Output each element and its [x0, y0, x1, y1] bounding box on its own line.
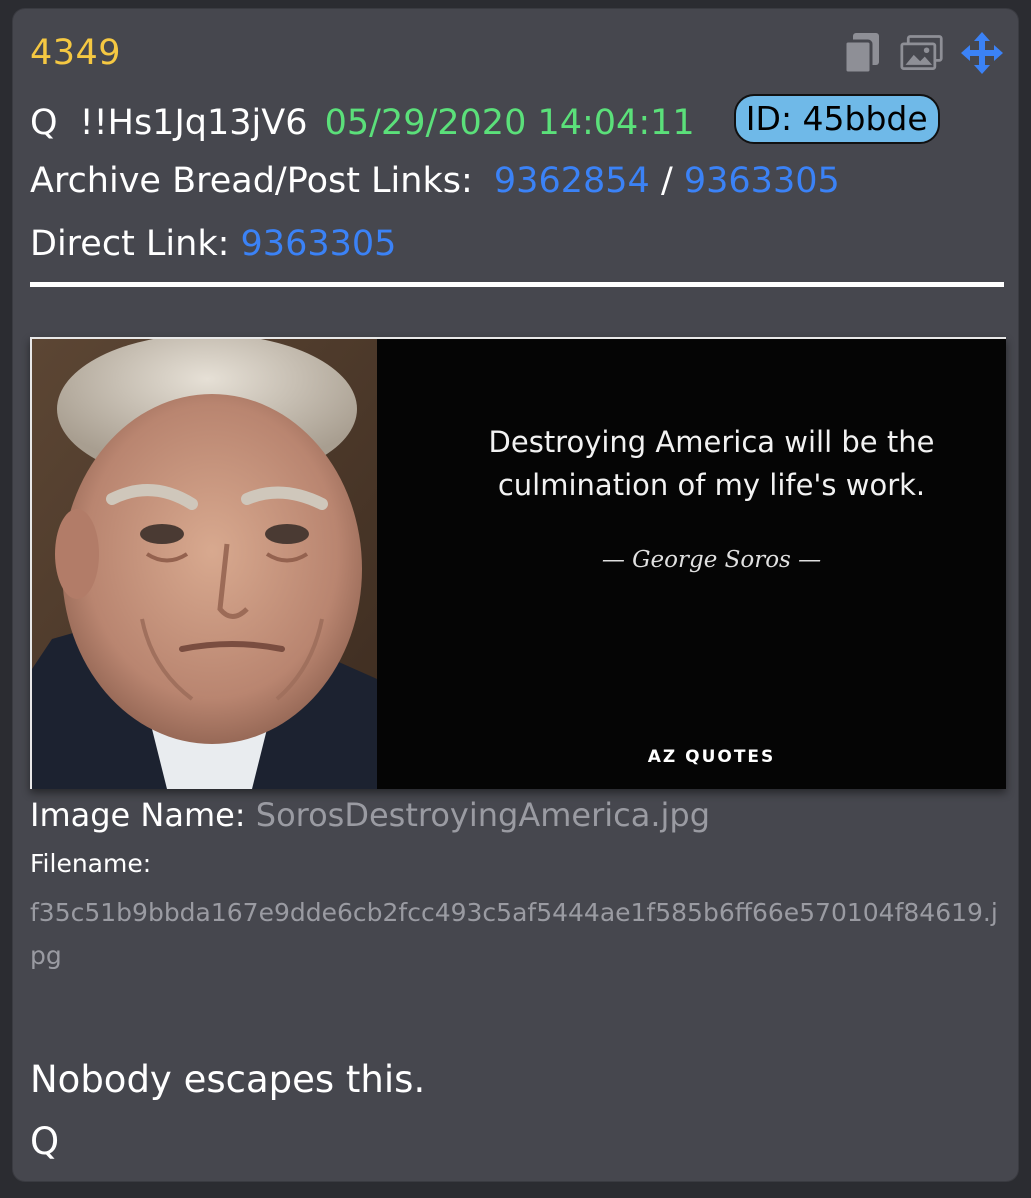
- filename-label: Filename:: [30, 849, 152, 878]
- quote-line-1: Destroying America will be the: [488, 425, 935, 459]
- tripcode: !!Hs1Jq13jV6: [79, 103, 308, 143]
- link-separator: /: [660, 161, 673, 201]
- post-number: 4349: [30, 33, 122, 73]
- bread-link[interactable]: 9362854: [494, 161, 650, 201]
- direct-link-row: Direct Link: 9363305: [30, 224, 396, 264]
- post-image[interactable]: Destroying America will be the culminati…: [30, 337, 1006, 789]
- header-divider: [30, 282, 1004, 287]
- images-icon[interactable]: [900, 31, 944, 75]
- post-datetime: 05/29/2020 14:04:11: [324, 103, 695, 143]
- image-name-value[interactable]: SorosDestroyingAmerica.jpg: [256, 796, 710, 834]
- quote-author: — George Soros —: [601, 547, 822, 573]
- quote-line-2: culmination of my life's work.: [497, 468, 926, 502]
- azquotes-logo: AZ QUOTES: [647, 747, 776, 767]
- copy-icon[interactable]: [840, 31, 884, 75]
- image-name-row: Image Name: SorosDestroyingAmerica.jpg: [30, 796, 710, 834]
- message-signature: Q: [30, 1120, 60, 1163]
- message-line-1: Nobody escapes this.: [30, 1058, 426, 1101]
- post-toolbar: [840, 31, 1004, 75]
- post-card: 4349 Q !!Hs1Jq13jV6 05/29/2020 14:04:11 I…: [13, 9, 1018, 1181]
- post-header: Q !!Hs1Jq13jV6 05/29/2020 14:04:11 ID: 45…: [30, 94, 940, 149]
- filename-value[interactable]: f35c51b9bbda167e9dde6cb2fcc493c5af5444ae…: [30, 891, 1010, 977]
- image-name-label: Image Name:: [30, 796, 246, 834]
- author-name: Q: [30, 103, 58, 143]
- portrait-photo: [32, 339, 377, 789]
- direct-link[interactable]: 9363305: [241, 224, 397, 264]
- archive-links-label: Archive Bread/Post Links:: [30, 161, 473, 201]
- direct-link-label: Direct Link:: [30, 224, 230, 264]
- id-badge[interactable]: ID: 45bbde: [733, 94, 940, 144]
- quote-text: Destroying America will be the culminati…: [434, 421, 989, 507]
- post-message: Nobody escapes this. Q: [30, 1049, 425, 1173]
- post-link[interactable]: 9363305: [684, 161, 840, 201]
- move-icon[interactable]: [960, 31, 1004, 75]
- archive-links-row: Archive Bread/Post Links: 9362854 / 9363…: [30, 161, 840, 201]
